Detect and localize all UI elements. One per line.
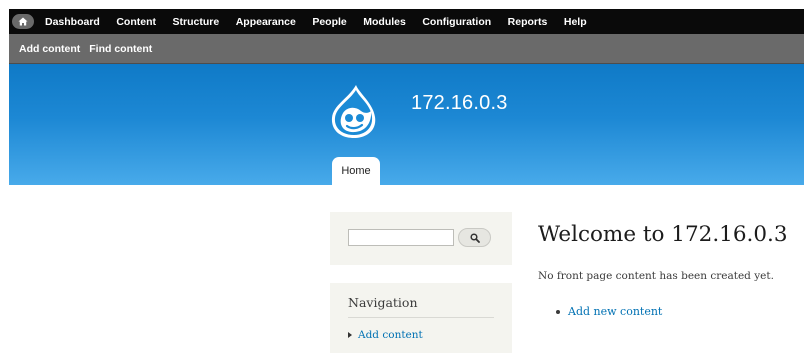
toolbar-modules[interactable]: Modules [363, 16, 406, 28]
home-button[interactable] [12, 14, 34, 29]
toolbar-help[interactable]: Help [564, 16, 587, 28]
shortcut-find-content[interactable]: Find content [89, 43, 152, 55]
toolbar-structure[interactable]: Structure [173, 16, 220, 28]
toolbar-people[interactable]: People [312, 16, 346, 28]
bullet-icon [556, 309, 560, 314]
navigation-block: Navigation Add content [330, 283, 512, 353]
drupal-drop-logo [331, 85, 376, 138]
shortcut-add-content[interactable]: Add content [19, 43, 80, 55]
empty-front-page-message: No front page content has been created y… [538, 270, 774, 282]
nav-item-label[interactable]: Add content [358, 329, 423, 341]
add-new-content-link[interactable]: Add new content [568, 305, 662, 318]
home-icon [18, 17, 28, 26]
toolbar-dashboard[interactable]: Dashboard [45, 16, 100, 28]
search-input[interactable] [348, 229, 454, 246]
shortcut-bar: Add content Find content [9, 34, 804, 64]
site-logo[interactable] [329, 83, 379, 139]
navigation-divider [348, 317, 494, 318]
toolbar-configuration[interactable]: Configuration [422, 16, 491, 28]
action-links: Add new content [556, 305, 662, 318]
toolbar-content[interactable]: Content [116, 16, 156, 28]
page-title: Welcome to 172.16.0.3 [538, 222, 788, 247]
triangle-right-icon [348, 332, 352, 338]
navigation-title: Navigation [348, 295, 418, 310]
site-name[interactable]: 172.16.0.3 [411, 92, 508, 115]
admin-toolbar: Dashboard Content Structure Appearance P… [9, 9, 804, 34]
search-icon [469, 232, 480, 243]
tab-home[interactable]: Home [332, 157, 380, 185]
toolbar-reports[interactable]: Reports [508, 16, 548, 28]
search-block [330, 212, 512, 265]
search-button[interactable] [458, 228, 491, 247]
toolbar-appearance[interactable]: Appearance [236, 16, 296, 28]
site-header: 172.16.0.3 Home [9, 64, 804, 185]
nav-item-add-content[interactable]: Add content [348, 329, 423, 341]
